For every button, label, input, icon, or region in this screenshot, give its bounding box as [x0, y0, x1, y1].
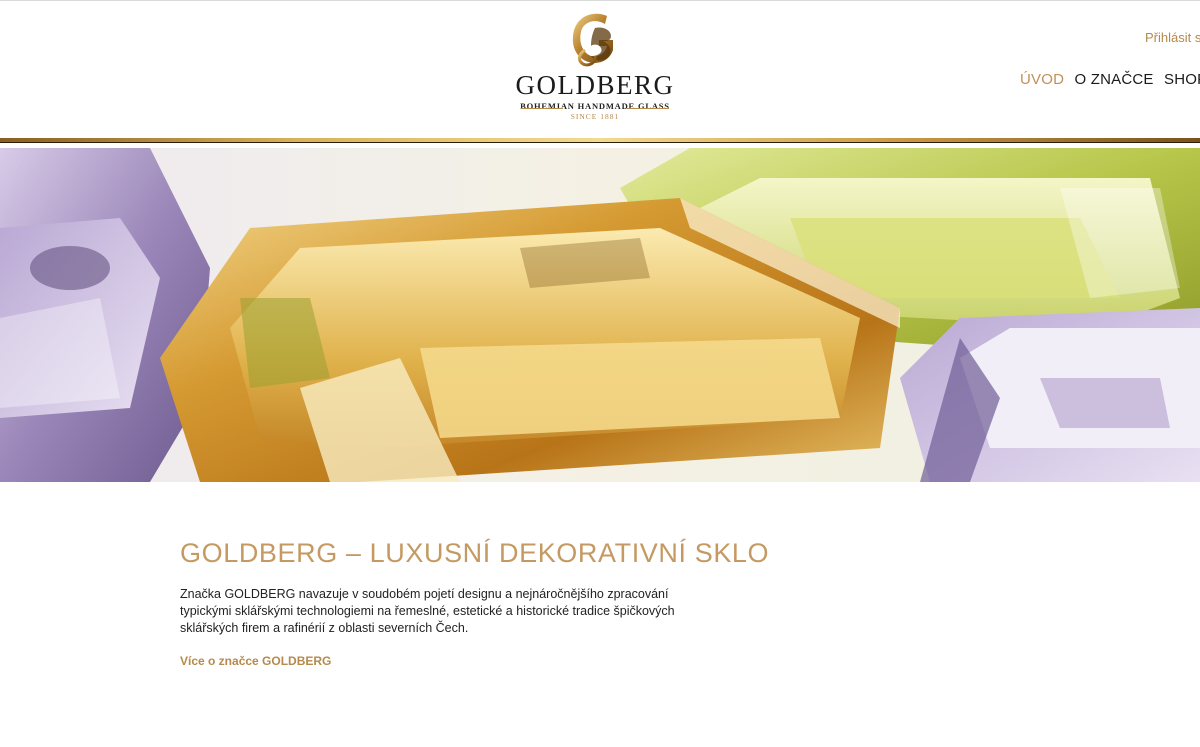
- site-header: GOLDBERG BOHEMIAN HANDMADE GLASS SINCE 1…: [0, 0, 1200, 138]
- nav-item-shop[interactable]: SHOP: [1164, 71, 1200, 88]
- intro-paragraph: Značka GOLDBERG navazuje v soudobém poje…: [180, 587, 675, 635]
- logo-brand-text: GOLDBERG: [515, 70, 675, 100]
- logo-rule-right: [627, 108, 669, 109]
- nav-item-uvod[interactable]: ÚVOD: [1020, 71, 1064, 88]
- gold-divider-shadow: [0, 142, 1200, 143]
- logo-since: SINCE 1881: [570, 112, 620, 121]
- goldberg-logo[interactable]: GOLDBERG BOHEMIAN HANDMADE GLASS SINCE 1…: [515, 10, 675, 124]
- login-link[interactable]: Přihlásit s: [1145, 30, 1200, 45]
- main-nav: ÚVOD O ZNAČCE SHOP: [1020, 71, 1200, 88]
- more-about-brand-link[interactable]: Více o značce GOLDBERG: [180, 654, 331, 668]
- logo-rule-left: [521, 108, 563, 109]
- glass-bowls-image: [0, 148, 1200, 482]
- logo-tagline: BOHEMIAN HANDMADE GLASS: [520, 101, 670, 111]
- hero-banner: [0, 148, 1200, 482]
- goldberg-monogram-icon: [572, 13, 613, 67]
- nav-item-o-znacce[interactable]: O ZNAČCE: [1075, 71, 1154, 88]
- page-title: GOLDBERG – LUXUSNÍ DEKORATIVNÍ SKLO: [180, 538, 770, 568]
